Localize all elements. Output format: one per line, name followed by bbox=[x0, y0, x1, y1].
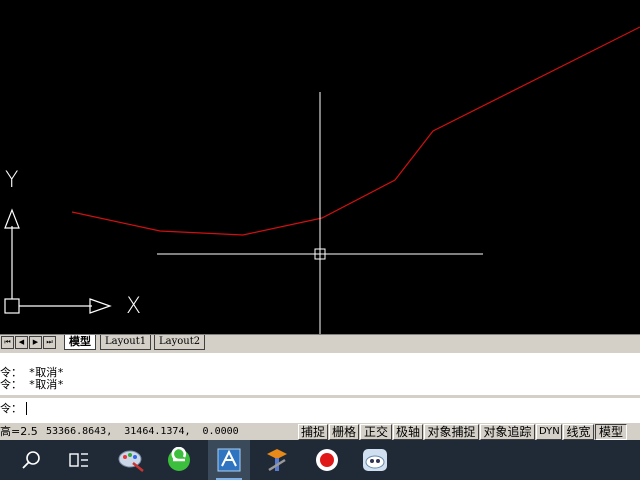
paint-app-icon bbox=[118, 450, 144, 472]
status-bar: 高=2.5 53366.8643, 31464.1374, 0.0000 捕捉 … bbox=[0, 422, 640, 440]
crosshair-cursor bbox=[157, 92, 483, 334]
tools-app-icon bbox=[267, 449, 287, 472]
drawing-svg bbox=[4, 26, 640, 334]
lineweight-toggle[interactable]: 线宽 bbox=[563, 424, 594, 440]
next-tab-button[interactable]: ▶ bbox=[29, 336, 42, 349]
grid-toggle[interactable]: 栅格 bbox=[329, 424, 359, 440]
first-tab-button[interactable]: ⏮ bbox=[1, 336, 14, 349]
command-history-line: 令： *取消* bbox=[0, 378, 64, 391]
last-tab-button[interactable]: ⏭ bbox=[43, 336, 56, 349]
cad-app-icon bbox=[217, 448, 241, 472]
cloud-app-icon bbox=[363, 449, 387, 471]
layout-tab-bar: ⏮ ◀ ▶ ⏭ 模型 Layout1 Layout2 bbox=[0, 334, 640, 350]
tab-layout1[interactable]: Layout1 bbox=[100, 335, 152, 350]
windows-taskbar bbox=[0, 440, 640, 480]
red-polyline[interactable] bbox=[71, 26, 640, 236]
taskbar-cloud-app[interactable] bbox=[354, 440, 396, 480]
taskbar-record-app[interactable] bbox=[306, 440, 348, 480]
text-caret bbox=[26, 402, 27, 415]
tab-layout2[interactable]: Layout2 bbox=[154, 335, 206, 350]
drawing-canvas[interactable]: Y X bbox=[0, 0, 640, 334]
taskbar-tools-app[interactable] bbox=[256, 440, 298, 480]
taskbar-paint-app[interactable] bbox=[110, 440, 152, 480]
snap-toggle[interactable]: 捕捉 bbox=[298, 424, 328, 440]
taskbar-cad-app[interactable] bbox=[208, 440, 250, 480]
task-view-icon bbox=[69, 453, 88, 467]
taskbar-task-view[interactable] bbox=[58, 440, 100, 480]
tab-model[interactable]: 模型 bbox=[64, 335, 96, 350]
taskbar-search[interactable] bbox=[10, 440, 52, 480]
browser-app-icon bbox=[168, 447, 190, 471]
otrack-toggle[interactable]: 对象追踪 bbox=[480, 424, 535, 440]
ortho-toggle[interactable]: 正交 bbox=[360, 424, 392, 440]
dyn-toggle[interactable]: DYN bbox=[536, 424, 562, 440]
prev-tab-button[interactable]: ◀ bbox=[15, 336, 28, 349]
osnap-toggle[interactable]: 对象捕捉 bbox=[424, 424, 479, 440]
ucs-x-label: X bbox=[126, 294, 142, 319]
ucs-y-label: Y bbox=[5, 168, 19, 193]
command-window: 令： *取消* 令： *取消* 令： bbox=[0, 350, 640, 422]
ucs-icon bbox=[4, 208, 112, 314]
coordinate-readout[interactable]: 53366.8643, 31464.1374, 0.0000 bbox=[46, 425, 239, 439]
search-icon bbox=[22, 451, 40, 469]
model-space-toggle[interactable]: 模型 bbox=[595, 424, 627, 440]
command-divider bbox=[0, 395, 640, 398]
taskbar-browser-app[interactable] bbox=[158, 440, 200, 480]
text-height-readout: 高=2.5 bbox=[0, 425, 38, 438]
polar-toggle[interactable]: 极轴 bbox=[393, 424, 423, 440]
command-input[interactable]: 令： bbox=[0, 403, 22, 415]
record-app-icon bbox=[316, 449, 338, 471]
